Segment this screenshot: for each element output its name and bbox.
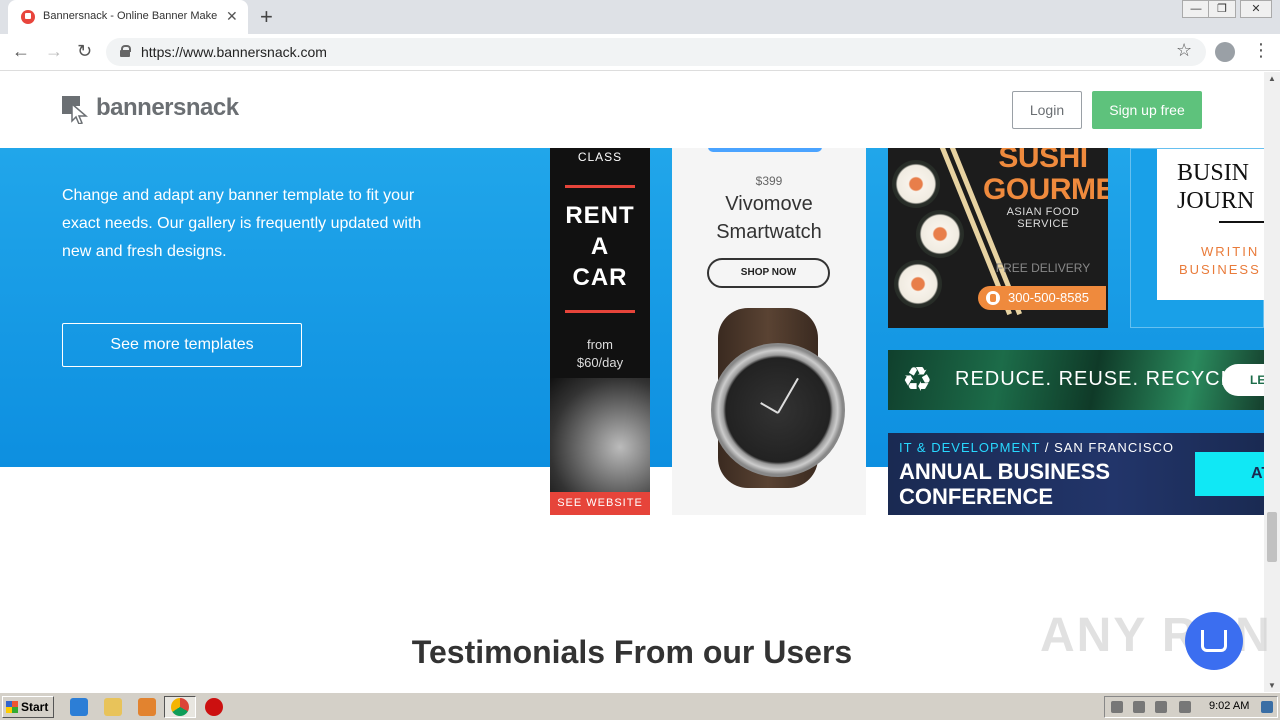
vivomove-watch-banner[interactable]: $399 Vivomove Smartwatch SHOP NOW [672,148,866,515]
site-header: bannersnack Login Sign up free [0,72,1264,148]
rent-a-car-banner[interactable]: CLASS RENT A CAR from $60/day SEE WEBSIT… [550,148,650,515]
watch-price: $399 [755,174,783,188]
watch-title: Vivomove Smartwatch [716,193,822,243]
url-text[interactable]: https://www.bannersnack.com [141,44,327,60]
show-desktop-icon[interactable] [1261,701,1273,713]
chat-icon [1201,630,1227,652]
browser-toolbar: ← → ↻ https://www.bannersnack.com ☆ ⋮ [0,34,1280,71]
chrome-taskbar-button[interactable] [164,696,196,718]
conference-category: IT & DEVELOPMENT [899,440,1041,455]
business-journal-card: BUSIN JOURN WRITIN BUSINESS [1157,149,1264,300]
bannersnack-favicon-icon [21,10,35,24]
conference-meta: IT & DEVELOPMENT / SAN FRANCISCO [899,440,1174,455]
clock: 9:02 AM [1209,700,1250,712]
recycle-learn-button[interactable]: LE [1222,364,1264,396]
minimize-window-icon[interactable]: — [1182,0,1210,18]
sushi-subtitle: ASIAN FOOD SERVICE [1006,206,1080,230]
windows-logo-icon [6,701,18,713]
car-image [550,378,650,493]
browser-menu-icon[interactable]: ⋮ [1252,40,1270,61]
chat-widget-button[interactable] [1185,612,1243,670]
journal-title: BUSIN JOURN [1177,160,1255,214]
car-divider-bottom [565,310,635,313]
tab-close-icon[interactable]: ✕ [226,8,238,25]
recycle-banner[interactable]: ♻ REDUCE. REUSE. RECYCLE. LE [888,350,1264,410]
business-conference-banner[interactable]: IT & DEVELOPMENT / SAN FRANCISCO ANNUAL … [888,433,1264,515]
media-player-icon[interactable] [138,698,156,716]
bookmark-star-icon[interactable]: ☆ [1176,40,1192,61]
sushi-phone-button[interactable]: 300-500-8585 [978,286,1106,310]
watch-shop-now-button[interactable]: SHOP NOW [707,258,830,288]
watch-tag [708,148,822,152]
sushi-roll-image [894,260,942,308]
chrome-icon [171,698,189,716]
conference-location: / SAN FRANCISCO [1044,440,1174,455]
back-arrow-icon[interactable]: ← [12,41,30,62]
opera-icon[interactable] [205,698,223,716]
sushi-roll-image [916,210,964,258]
tab-title: Bannersnack - Online Banner Maker, [43,10,218,22]
scroll-up-icon[interactable]: ▲ [1268,74,1276,83]
page-scrollbar[interactable]: ▲ ▼ [1264,72,1280,692]
see-more-templates-button[interactable]: See more templates [62,323,302,367]
sushi-title: SUSHI GOURMET [983,148,1108,206]
sushi-phone-number: 300-500-8585 [1008,290,1089,305]
sushi-gourmet-banner[interactable]: SUSHI GOURMET ASIAN FOOD SERVICE FREE DE… [888,148,1108,328]
tray-arrow-icon[interactable] [1111,701,1123,713]
bannersnack-logo[interactable]: bannersnack [62,94,262,128]
hero-description: Change and adapt any banner template to … [62,187,422,260]
sushi-delivery: FREE DELIVERY [995,261,1091,275]
logo-cursor-icon [62,96,88,124]
address-bar[interactable]: https://www.bannersnack.com ☆ [106,38,1206,66]
car-divider-top [565,185,635,188]
forward-arrow-icon[interactable]: → [45,41,63,62]
car-class-label: CLASS [577,150,623,164]
profile-avatar-icon[interactable] [1215,42,1235,62]
windows-taskbar: Start 9:02 AM [0,692,1280,720]
journal-subtitle: WRITIN BUSINESS [1179,244,1261,277]
login-button[interactable]: Login [1012,91,1082,129]
car-title: RENT A CAR [565,202,635,291]
explorer-folder-icon[interactable] [104,698,122,716]
restore-window-icon[interactable]: ❐ [1208,0,1236,18]
new-tab-icon[interactable]: + [260,4,273,30]
sushi-roll-image [892,160,940,208]
signup-button[interactable]: Sign up free [1092,91,1202,129]
reload-icon[interactable]: ↻ [77,41,92,62]
close-window-icon[interactable]: ✕ [1240,0,1272,18]
journal-divider [1219,221,1264,223]
browser-tab[interactable]: Bannersnack - Online Banner Maker, ✕ [8,0,248,34]
recycle-text: REDUCE. REUSE. RECYCLE. [955,368,1254,390]
conference-title: ANNUAL BUSINESS CONFERENCE [899,459,1111,509]
start-button[interactable]: Start [2,696,54,718]
browser-tab-bar: Bannersnack - Online Banner Maker, ✕ + —… [0,0,1280,34]
volume-icon[interactable] [1133,701,1145,713]
recycle-icon: ♻ [902,361,933,399]
car-see-website-button[interactable]: SEE WEBSITE [550,492,650,515]
scroll-thumb[interactable] [1267,512,1277,562]
page-viewport: bannersnack Login Sign up free Change an… [0,72,1264,692]
business-journal-banner[interactable]: BUSIN JOURN WRITIN BUSINESS [1130,148,1264,328]
system-tray: 9:02 AM [1104,696,1278,718]
phone-icon [986,291,1000,305]
lock-icon[interactable] [120,45,131,57]
scroll-down-icon[interactable]: ▼ [1268,681,1276,690]
ie-icon[interactable] [70,698,88,716]
conference-attend-button[interactable]: ATT [1195,452,1264,496]
flag-icon[interactable] [1179,701,1191,713]
logo-text: bannersnack [96,94,239,121]
car-price: from $60/day [576,337,624,370]
network-icon[interactable] [1155,701,1167,713]
